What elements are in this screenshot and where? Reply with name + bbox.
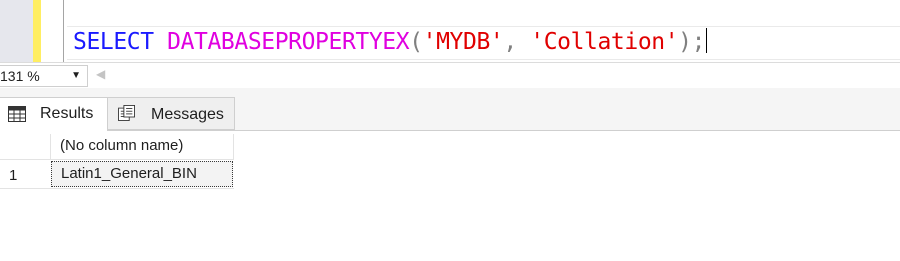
- sql-comma: ,: [503, 29, 517, 55]
- tab-results-label: Results: [40, 105, 94, 122]
- tab-results[interactable]: Results: [0, 97, 108, 131]
- sql-close-paren: );: [678, 29, 706, 55]
- line-number-gutter: [0, 0, 33, 62]
- code-line[interactable]: SELECT DATABASEPROPERTYEX('MYDB', 'Colla…: [73, 28, 708, 56]
- sql-open-paren: (: [409, 29, 423, 55]
- sql-string-arg2: 'Collation': [530, 29, 679, 55]
- column-header[interactable]: (No column name): [50, 134, 234, 159]
- grid-divider: [0, 188, 234, 189]
- zoom-value: 131 %: [0, 68, 40, 84]
- tab-messages[interactable]: Messages: [108, 97, 235, 130]
- grid-icon: [8, 106, 26, 122]
- text-caret: [706, 28, 708, 53]
- query-editor[interactable]: SELECT DATABASEPROPERTYEX('MYDB', 'Colla…: [0, 0, 900, 62]
- messages-icon: [118, 105, 135, 121]
- sql-function: DATABASEPROPERTYEX: [167, 29, 410, 55]
- row-number[interactable]: 1: [9, 167, 17, 184]
- table-cell-selected[interactable]: Latin1_General_BIN: [51, 161, 233, 187]
- zoom-dropdown[interactable]: 131 % ▼: [0, 65, 88, 87]
- ssms-query-window: SELECT DATABASEPROPERTYEX('MYDB', 'Colla…: [0, 0, 900, 261]
- tab-messages-label: Messages: [151, 106, 224, 123]
- chevron-down-icon: ▼: [71, 70, 81, 81]
- grid-divider: [0, 159, 234, 160]
- change-tracking-bar: [33, 0, 41, 62]
- sql-keyword: SELECT: [73, 29, 154, 55]
- outline-margin-line: [63, 0, 64, 62]
- results-pane: Results Messages (No column name) 1 Lati…: [0, 88, 900, 261]
- scroll-left-arrow-icon[interactable]: ◀: [96, 67, 105, 81]
- results-tabs-bar: Results Messages: [0, 88, 900, 131]
- sql-string-arg1: 'MYDB': [422, 29, 504, 55]
- zoom-strip: 131 % ▼ ◀: [0, 62, 900, 89]
